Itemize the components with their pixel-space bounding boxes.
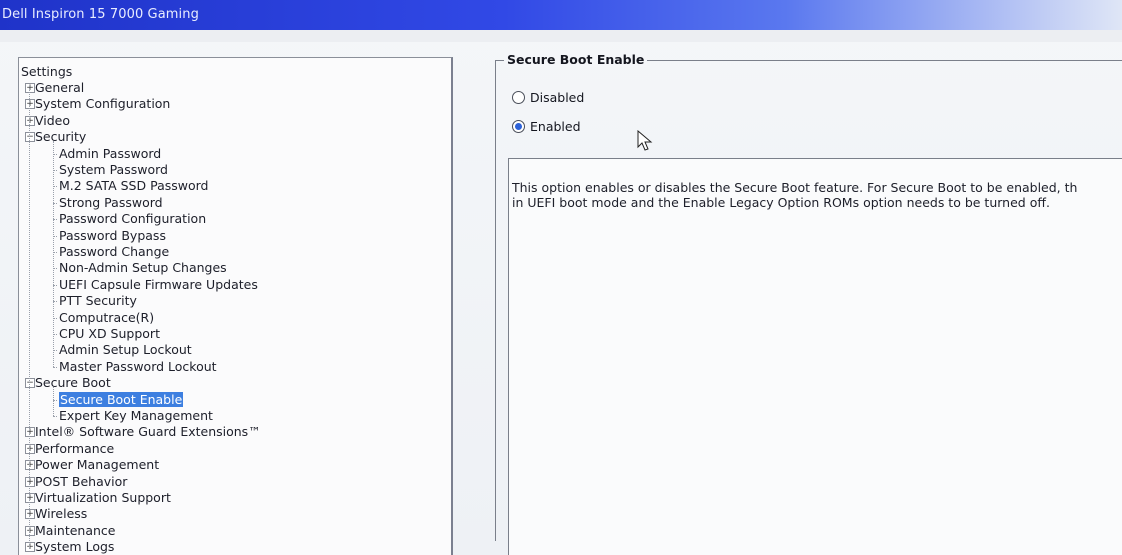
description-box [508, 158, 1122, 555]
tree-item[interactable]: Admin Password [59, 146, 161, 161]
tree-item-label: System Logs [35, 539, 115, 555]
tree-item-label: Secure Boot [35, 375, 111, 391]
window-title: Dell Inspiron 15 7000 Gaming [2, 7, 199, 22]
description-line-1: This option enables or disables the Secu… [512, 180, 1078, 195]
tree-item[interactable]: Video [35, 113, 70, 128]
collapse-icon[interactable]: − [25, 132, 35, 143]
group-title: Secure Boot Enable [504, 52, 648, 67]
tree-item[interactable]: Security [35, 129, 86, 144]
tree-item[interactable]: Password Configuration [59, 211, 206, 226]
tree-item[interactable]: Performance [35, 441, 114, 456]
expand-icon[interactable]: + [25, 509, 35, 520]
expand-icon[interactable]: + [25, 99, 35, 110]
tree-item-label: Computrace(R) [59, 309, 155, 325]
tree-item[interactable]: UEFI Capsule Firmware Updates [59, 277, 258, 292]
tree-item-label: Password Configuration [59, 211, 207, 227]
tree-item[interactable]: Admin Setup Lockout [59, 342, 192, 357]
tree-item-label: Admin Setup Lockout [59, 342, 192, 358]
collapse-icon[interactable]: − [25, 378, 35, 389]
radio-button-enabled[interactable] [512, 120, 525, 133]
tree-item[interactable]: Non-Admin Setup Changes [59, 260, 227, 275]
tree-item-label: PTT Security [59, 293, 137, 309]
tree-item-label: System Configuration [35, 96, 171, 112]
tree-item-label: Password Change [59, 244, 170, 259]
bios-setup-screen: Dell Inspiron 15 7000 Gaming Settings + G… [0, 0, 1122, 555]
tree-item[interactable]: Virtualization Support [35, 490, 171, 505]
tree-item[interactable]: System Configuration [35, 96, 170, 111]
tree-item-label: POST Behavior [35, 473, 128, 489]
tree-guide-line [29, 86, 30, 550]
tree-item[interactable]: Computrace(R) [59, 310, 154, 325]
tree-item-label: Intel® Software Guard Extensions™ [35, 424, 261, 440]
tree-item-label: CPU XD Support [59, 326, 160, 341]
tree-item-label: Performance [35, 440, 115, 456]
tree-item[interactable]: System Logs [35, 539, 114, 554]
radio-label-disabled: Disabled [530, 90, 585, 105]
tree-item[interactable]: Password Change [59, 244, 169, 259]
tree-item[interactable]: CPU XD Support [59, 326, 160, 341]
tree-connector [53, 366, 57, 368]
expand-icon[interactable]: + [25, 460, 35, 471]
tree-item[interactable]: M.2 SATA SSD Password [59, 178, 208, 193]
tree-item[interactable]: Maintenance [35, 523, 116, 538]
description-line-2: in UEFI boot mode and the Enable Legacy … [512, 195, 1050, 210]
expand-icon[interactable]: + [25, 115, 35, 126]
radio-button-disabled[interactable] [512, 91, 525, 104]
tree-item[interactable]: Expert Key Management [59, 408, 213, 423]
tree-item-label: Wireless [35, 506, 88, 522]
tree-item[interactable]: PTT Security [59, 293, 137, 308]
tree-item[interactable]: Strong Password [59, 195, 163, 210]
mouse-pointer-icon [637, 130, 653, 151]
tree-item[interactable]: System Password [59, 162, 168, 177]
tree-item[interactable]: Master Password Lockout [59, 359, 217, 374]
expand-icon[interactable]: + [25, 525, 35, 536]
tree-item-label: UEFI Capsule Firmware Updates [59, 276, 258, 292]
tree-item-label: Virtualization Support [35, 490, 171, 505]
tree-item-label: Video [35, 112, 71, 128]
tree-guide-line [53, 387, 54, 416]
expand-icon[interactable]: + [25, 443, 35, 454]
tree-item[interactable]: POST Behavior [35, 474, 127, 489]
expand-icon[interactable]: + [25, 83, 35, 93]
tree-item[interactable]: Power Management [35, 457, 159, 472]
settings-tree[interactable]: Settings + General + System Configuration + V… [18, 57, 453, 555]
expand-icon[interactable]: + [25, 427, 35, 438]
tree-item[interactable]: Secure Boot [35, 375, 111, 390]
tree-item-label: M.2 SATA SSD Password [59, 178, 209, 194]
tree-item[interactable]: Secure Boot Enable [59, 391, 184, 407]
expand-icon[interactable]: + [25, 476, 35, 487]
tree-connector [53, 416, 57, 417]
tree-item-label: Master Password Lockout [59, 358, 217, 374]
tree-item-label-selected: Secure Boot Enable [59, 391, 184, 407]
tree-item-label: Strong Password [59, 194, 163, 210]
option-panel: Secure Boot Enable Disabled Enabled This… [455, 40, 1122, 555]
tree-item[interactable]: Wireless [35, 506, 87, 521]
tree-item[interactable]: General [35, 80, 84, 95]
expand-icon[interactable]: + [25, 542, 35, 553]
radio-enabled[interactable]: Enabled [512, 119, 581, 137]
tree-item-label: Admin Password [59, 145, 162, 161]
tree-item-label: Password Bypass [59, 227, 166, 243]
tree-item-label: System Password [59, 162, 168, 177]
radio-disabled[interactable]: Disabled [512, 90, 584, 108]
tree-item-label: Non-Admin Setup Changes [59, 260, 227, 276]
tree-item-label: Maintenance [35, 522, 116, 538]
tree-root-label: Settings [21, 64, 73, 79]
tree-item[interactable]: Password Bypass [59, 228, 166, 243]
radio-label-enabled: Enabled [530, 119, 581, 134]
tree-item-label: Power Management [35, 457, 160, 473]
tree-item-label: General [35, 80, 85, 95]
tree-item-label: Security [35, 129, 87, 145]
tree-guide-line [53, 141, 54, 367]
expand-icon[interactable]: + [25, 493, 35, 503]
tree-item[interactable]: Intel® Software Guard Extensions™ [35, 424, 261, 439]
title-bar: Dell Inspiron 15 7000 Gaming [0, 0, 1122, 30]
tree-item-label: Expert Key Management [59, 408, 213, 423]
